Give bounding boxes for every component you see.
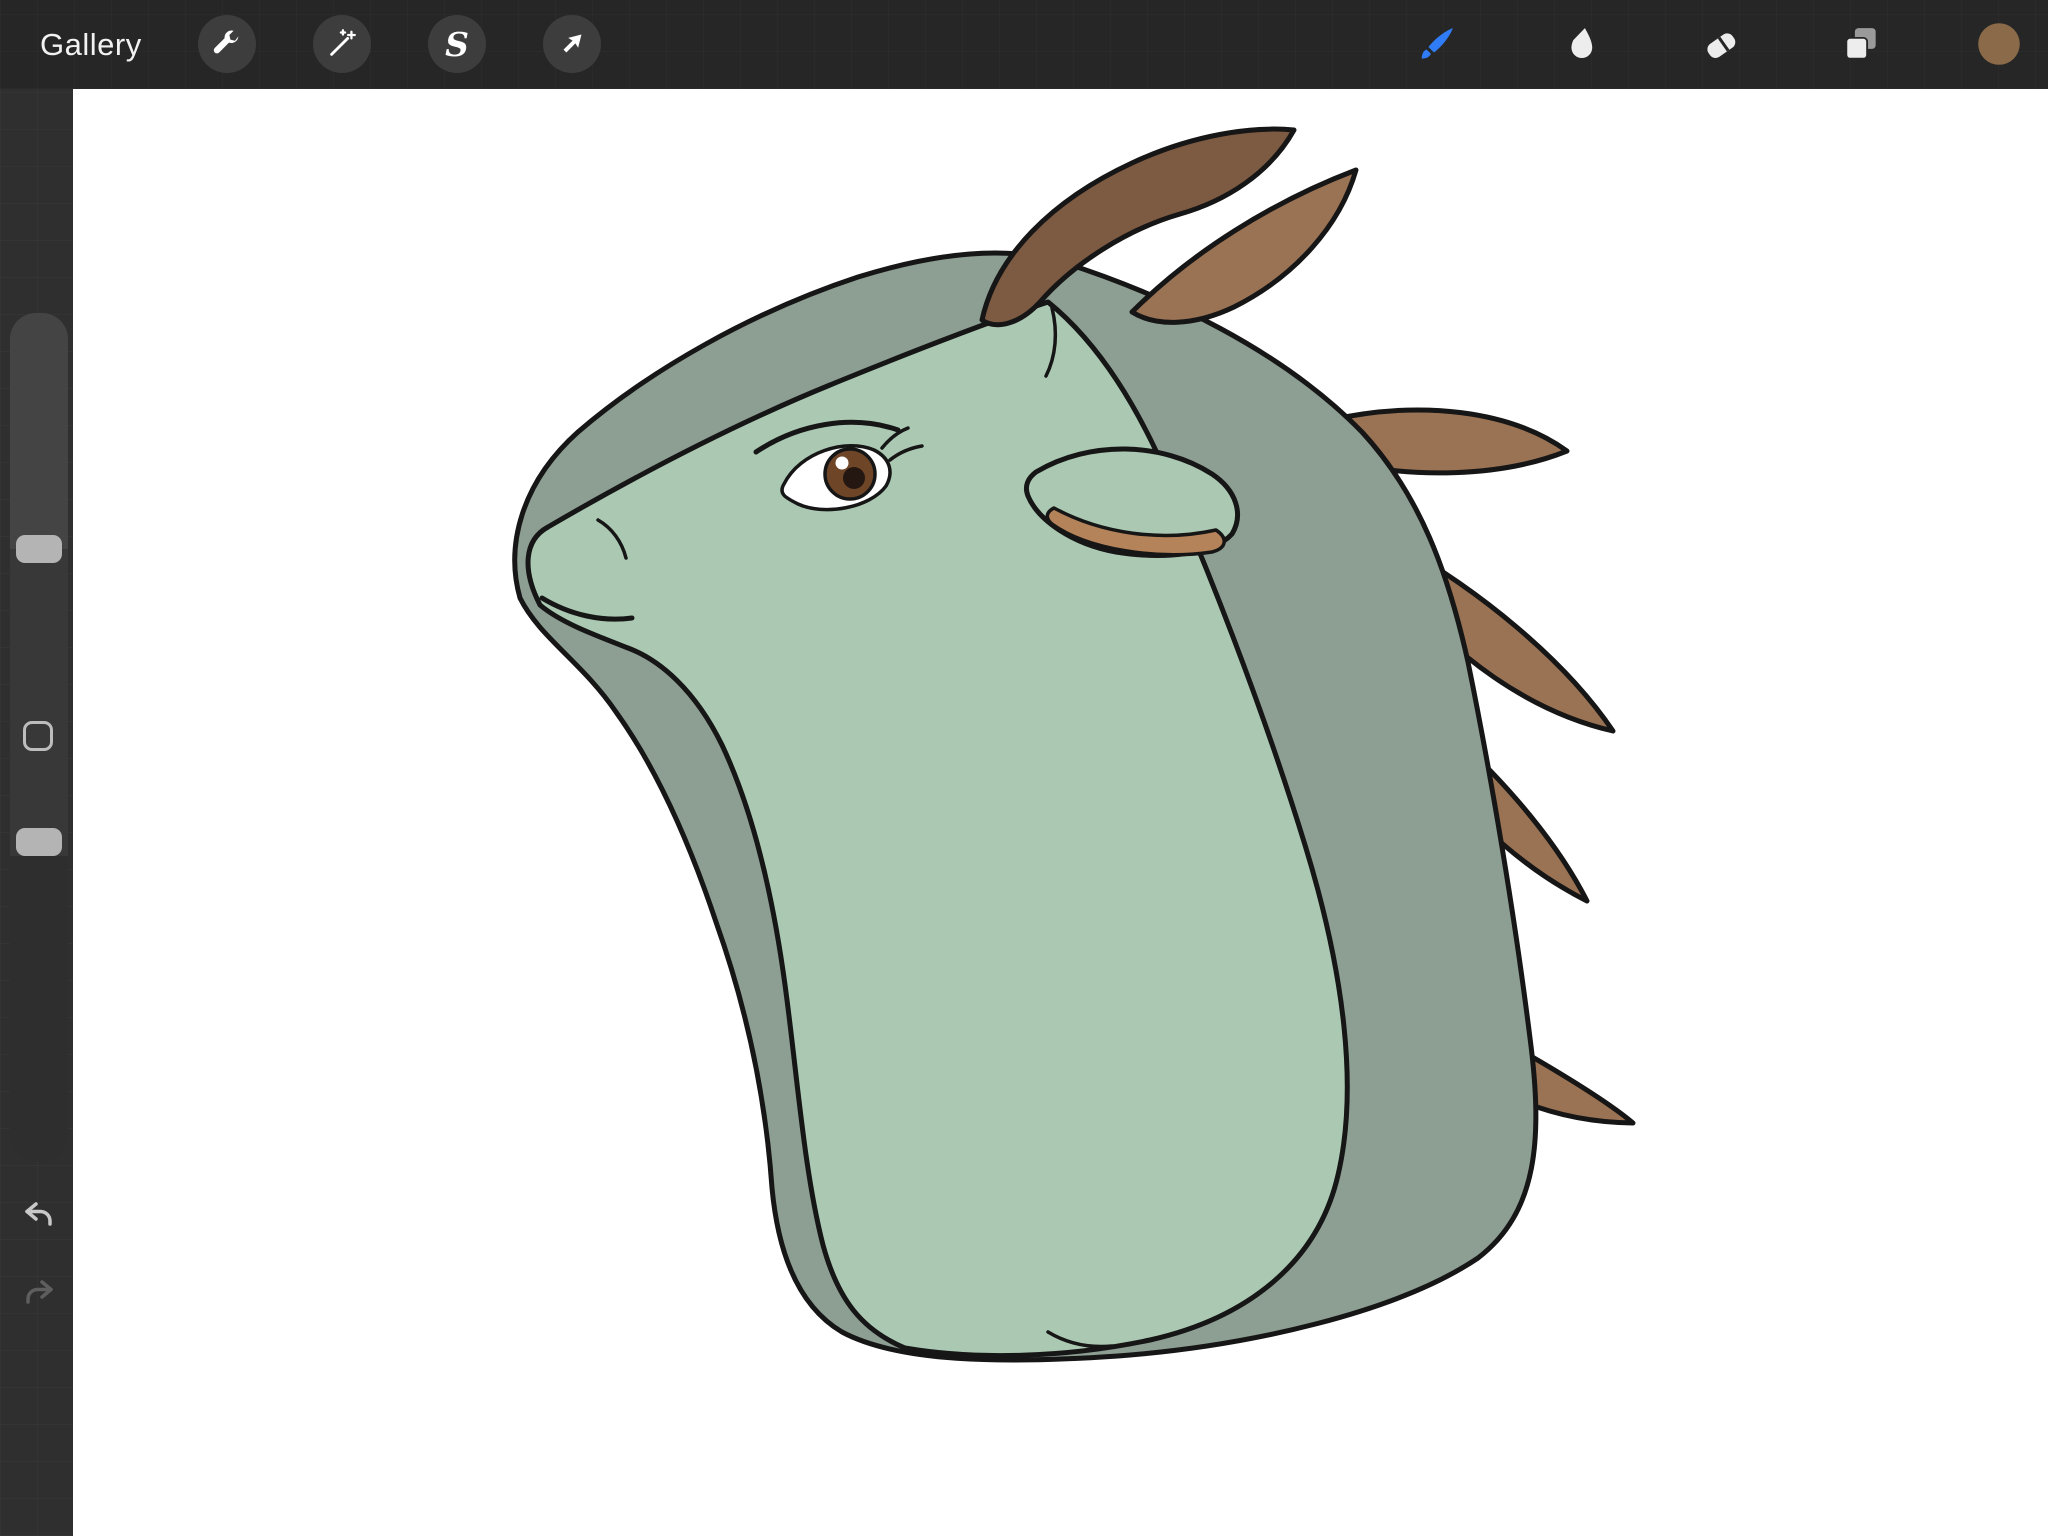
brush-size-slider[interactable] — [10, 313, 68, 549]
erase-tool-button[interactable] — [1694, 17, 1748, 71]
layers-icon — [1839, 22, 1883, 66]
brush-icon — [1415, 22, 1459, 66]
opacity-slider-track[interactable] — [10, 856, 68, 1162]
transform-button[interactable] — [543, 15, 601, 73]
selection-s-icon: S — [445, 28, 469, 61]
brush-size-handle[interactable] — [16, 535, 62, 563]
wrench-icon — [210, 27, 244, 61]
artwork-dragon-head — [73, 89, 2048, 1536]
modify-button[interactable] — [23, 721, 53, 751]
smudge-icon — [1558, 22, 1602, 66]
sidebar-panel — [10, 313, 68, 1162]
layers-button[interactable] — [1834, 17, 1888, 71]
drawing-canvas[interactable] — [73, 89, 2048, 1536]
magic-wand-icon — [325, 27, 359, 61]
smudge-tool-button[interactable] — [1553, 17, 1607, 71]
undo-icon — [19, 1195, 59, 1235]
top-toolbar: Gallery S — [0, 0, 2048, 89]
color-swatch — [1977, 22, 2021, 66]
redo-button[interactable] — [19, 1273, 59, 1313]
paint-tool-button[interactable] — [1410, 17, 1464, 71]
adjustments-button[interactable] — [313, 15, 371, 73]
eye-pupil — [843, 467, 865, 489]
selection-button[interactable]: S — [428, 15, 486, 73]
eraser-icon — [1699, 22, 1743, 66]
color-button[interactable] — [1972, 17, 2026, 71]
opacity-handle[interactable] — [16, 828, 62, 856]
eye-highlight — [836, 457, 849, 470]
redo-icon — [19, 1273, 59, 1313]
procreate-window: Gallery S — [0, 0, 2048, 1536]
gallery-button[interactable]: Gallery — [40, 0, 142, 89]
undo-button[interactable] — [19, 1195, 59, 1235]
actions-button[interactable] — [198, 15, 256, 73]
transform-arrow-icon — [555, 27, 589, 61]
